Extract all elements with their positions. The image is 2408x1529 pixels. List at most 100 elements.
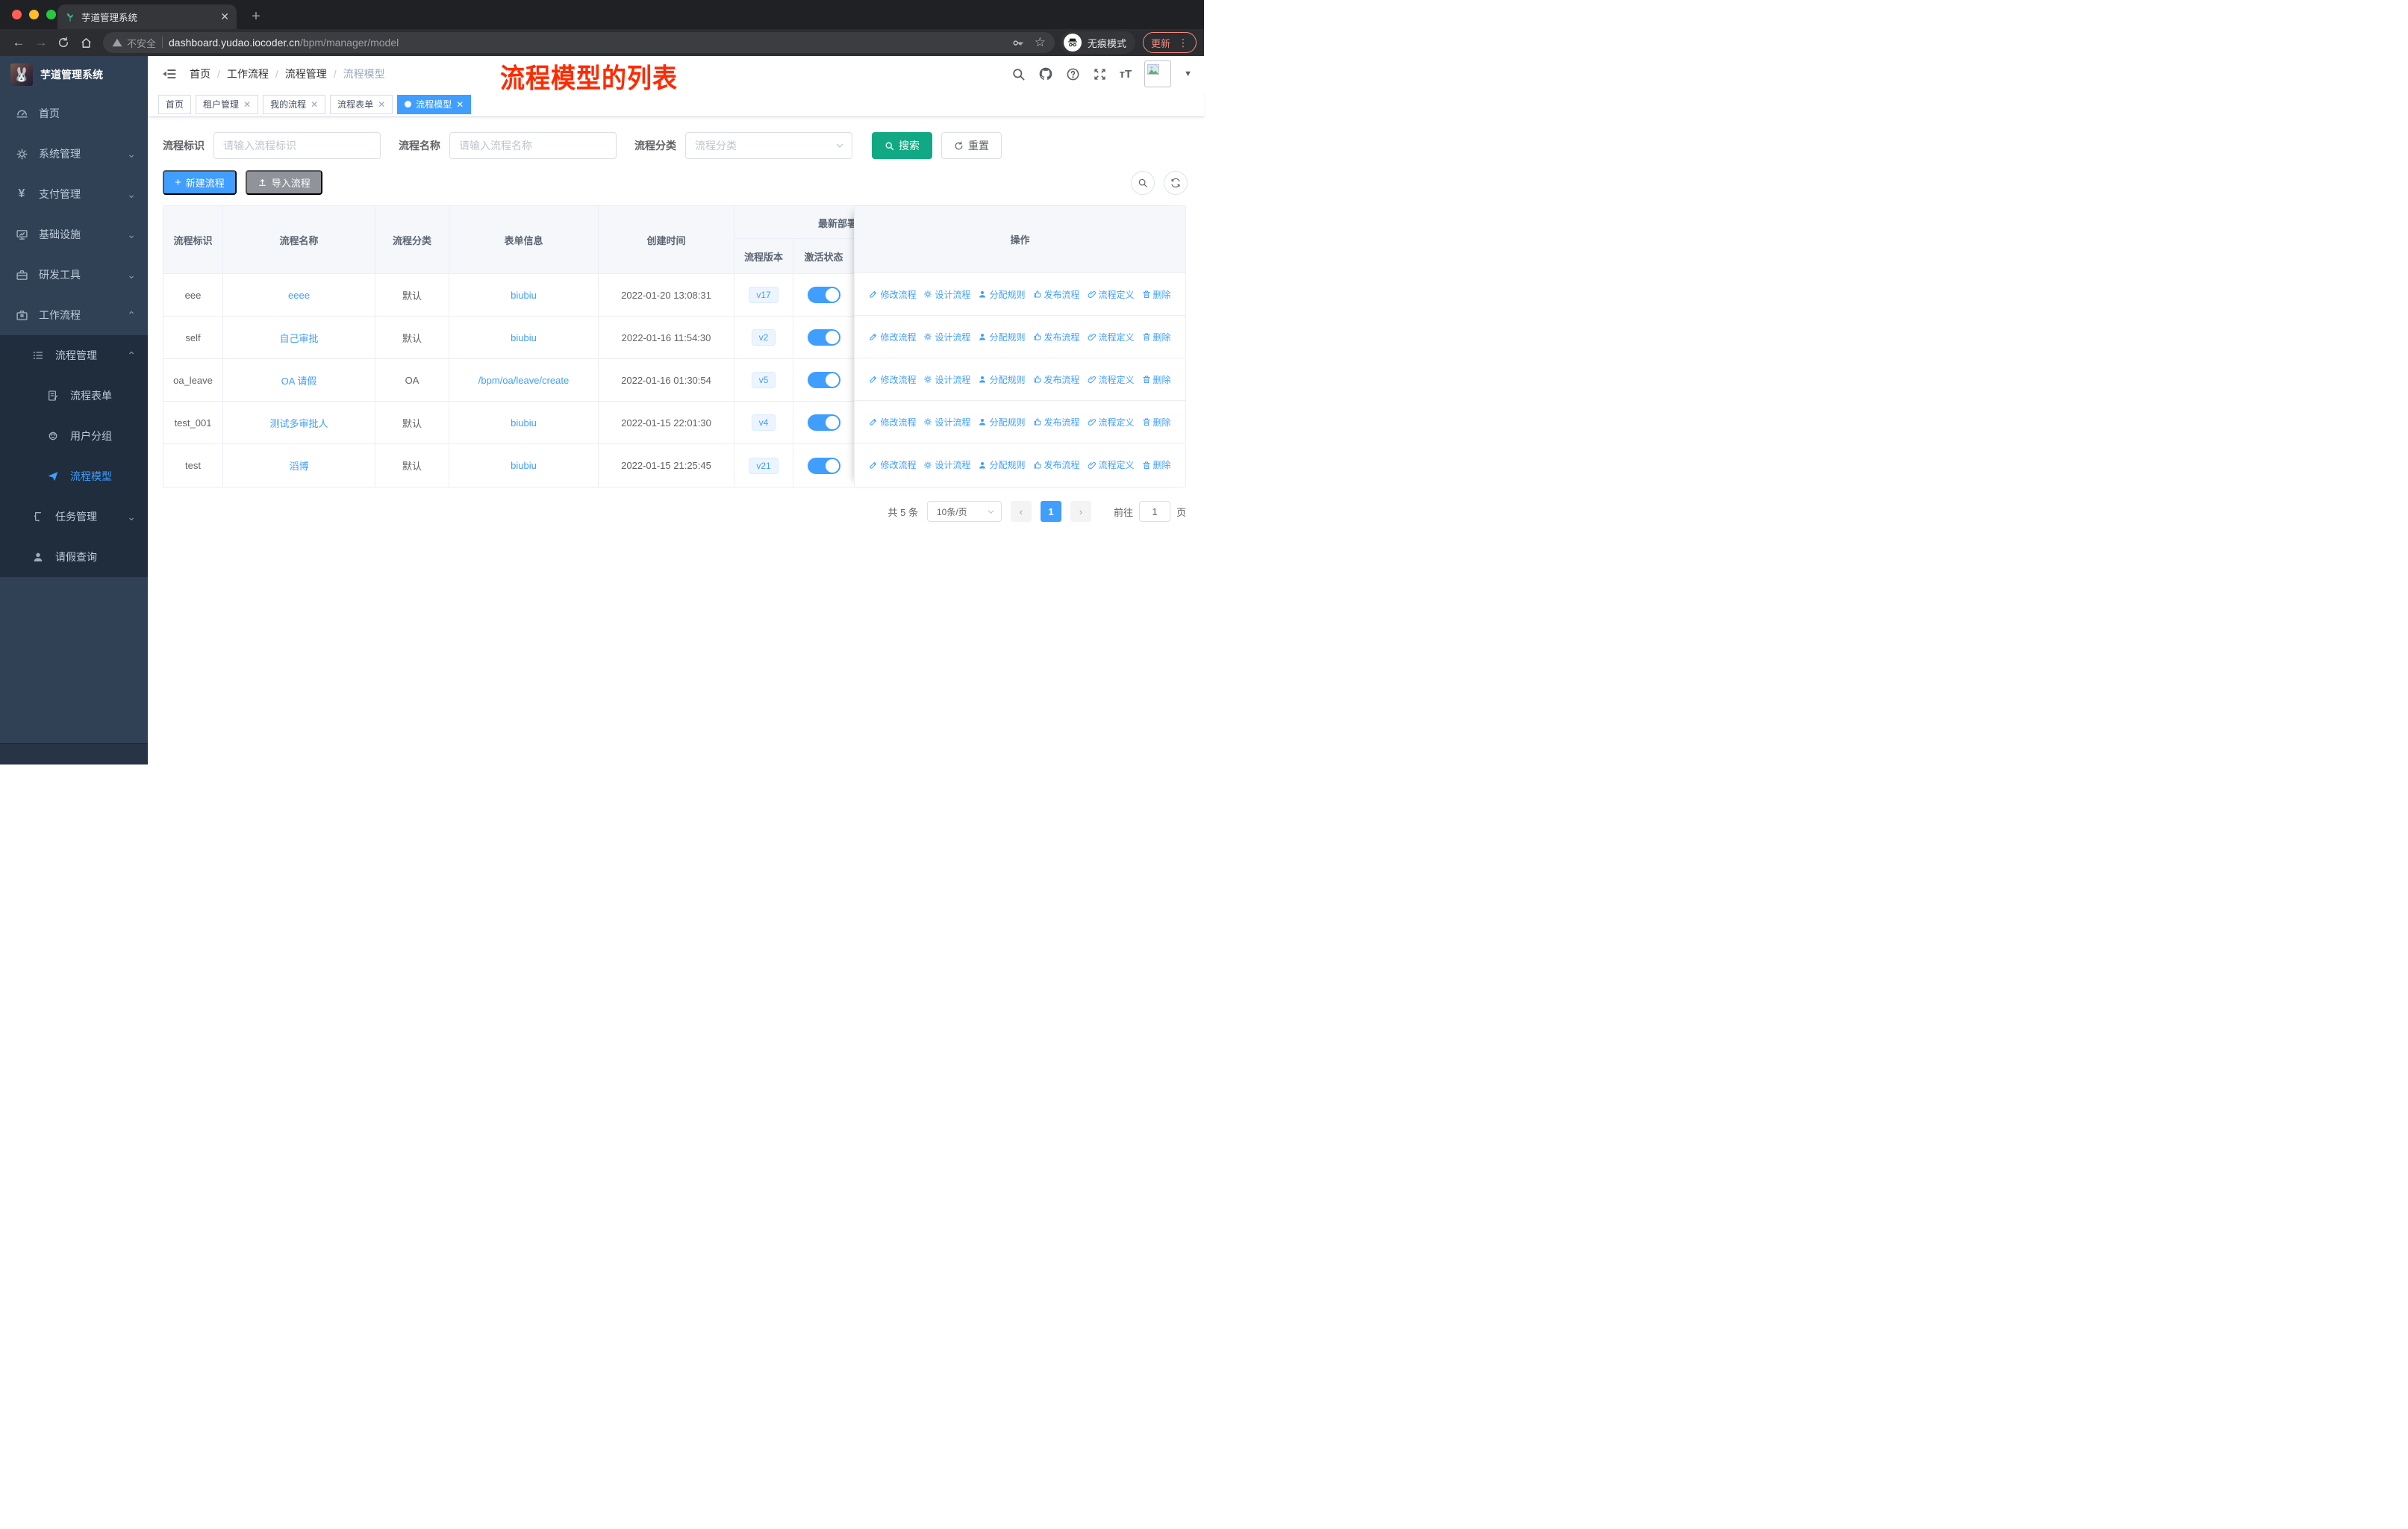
- version-badge[interactable]: v21: [749, 457, 779, 474]
- breadcrumb-item[interactable]: 流程管理: [285, 66, 327, 81]
- tab-process-model[interactable]: 流程模型 ✕: [397, 94, 472, 114]
- form-info-link[interactable]: biubiu: [511, 417, 537, 429]
- key-icon[interactable]: [1011, 37, 1024, 49]
- sidebar-item-home[interactable]: 首页: [0, 93, 148, 134]
- sidebar-item-workflow[interactable]: 工作流程 ⌃: [0, 295, 148, 335]
- sidebar-item-process-manage[interactable]: 流程管理 ⌃: [0, 335, 148, 376]
- design-process-link[interactable]: 设计流程: [923, 416, 970, 429]
- process-definition-link[interactable]: 流程定义: [1088, 416, 1135, 429]
- address-bar[interactable]: 不安全 dashboard.yudao.iocoder.cn/bpm/manag…: [103, 32, 1055, 53]
- back-icon[interactable]: ←: [7, 32, 30, 53]
- process-definition-link[interactable]: 流程定义: [1088, 288, 1135, 301]
- tab-my-process[interactable]: 我的流程 ✕: [263, 94, 326, 114]
- version-badge[interactable]: v2: [751, 329, 776, 346]
- prev-page-button[interactable]: ‹: [1010, 501, 1032, 522]
- active-toggle[interactable]: [807, 457, 840, 474]
- version-badge[interactable]: v4: [751, 414, 776, 431]
- avatar-caret-icon[interactable]: ▼: [1184, 69, 1192, 78]
- tab-process-form[interactable]: 流程表单 ✕: [330, 94, 393, 114]
- active-toggle[interactable]: [807, 329, 840, 346]
- process-name-link[interactable]: 自己审批: [279, 331, 318, 345]
- browser-tab[interactable]: 芋道管理系统 ✕: [57, 4, 237, 29]
- sidebar-item-leave-query[interactable]: 请假查询: [0, 537, 148, 577]
- page-size-select[interactable]: 10条/页: [926, 501, 1002, 522]
- process-definition-link[interactable]: 流程定义: [1088, 331, 1135, 343]
- refresh-table-button[interactable]: [1164, 170, 1188, 195]
- sidebar-collapse-bar[interactable]: [0, 743, 148, 764]
- security-chip[interactable]: 不安全: [112, 36, 156, 50]
- close-window-button[interactable]: [12, 10, 22, 19]
- new-tab-button[interactable]: +: [246, 7, 266, 26]
- design-process-link[interactable]: 设计流程: [923, 288, 970, 301]
- assign-rule-link[interactable]: 分配规则: [978, 416, 1026, 429]
- delete-link[interactable]: 删除: [1142, 288, 1171, 301]
- delete-link[interactable]: 删除: [1142, 416, 1171, 429]
- publish-process-link[interactable]: 发布流程: [1033, 458, 1080, 471]
- form-info-link[interactable]: biubiu: [511, 460, 537, 471]
- bookmark-star-icon[interactable]: ☆: [1035, 35, 1046, 50]
- browser-menu-icon[interactable]: ⋮: [1178, 37, 1188, 49]
- active-toggle[interactable]: [807, 287, 840, 303]
- edit-process-link[interactable]: 修改流程: [869, 416, 916, 429]
- category-select[interactable]: 流程分类: [685, 132, 852, 159]
- font-size-icon[interactable]: ᴛT: [1120, 68, 1132, 81]
- active-toggle[interactable]: [807, 372, 840, 388]
- github-icon[interactable]: [1038, 66, 1053, 81]
- publish-process-link[interactable]: 发布流程: [1033, 416, 1080, 429]
- tab-close-icon[interactable]: ✕: [220, 10, 229, 23]
- minimize-window-button[interactable]: [29, 10, 39, 19]
- process-definition-link[interactable]: 流程定义: [1088, 373, 1135, 386]
- sidebar-item-user-group[interactable]: 用户分组: [0, 416, 148, 456]
- process-name-link[interactable]: eeee: [288, 290, 310, 301]
- import-process-button[interactable]: 导入流程: [245, 170, 322, 195]
- close-icon[interactable]: ✕: [311, 99, 318, 110]
- delete-link[interactable]: 删除: [1142, 458, 1171, 471]
- publish-process-link[interactable]: 发布流程: [1033, 373, 1080, 386]
- close-icon[interactable]: ✕: [456, 99, 464, 110]
- active-toggle[interactable]: [807, 414, 840, 431]
- close-icon[interactable]: ✕: [378, 99, 385, 110]
- design-process-link[interactable]: 设计流程: [923, 458, 970, 471]
- process-name-link[interactable]: 滔博: [289, 458, 308, 473]
- sidebar-item-process-form[interactable]: 流程表单: [0, 376, 148, 416]
- process-definition-link[interactable]: 流程定义: [1088, 458, 1135, 471]
- process-id-input[interactable]: [213, 132, 381, 159]
- sidebar-fold-icon[interactable]: [160, 64, 179, 84]
- version-badge[interactable]: v17: [749, 287, 779, 303]
- process-name-input[interactable]: [449, 132, 617, 159]
- process-name-link[interactable]: 测试多审批人: [269, 416, 328, 430]
- home-icon[interactable]: [75, 32, 97, 53]
- process-name-link[interactable]: OA 请假: [281, 373, 317, 387]
- version-badge[interactable]: v5: [751, 372, 776, 388]
- close-icon[interactable]: ✕: [243, 99, 251, 110]
- edit-process-link[interactable]: 修改流程: [869, 458, 916, 471]
- sidebar-logo[interactable]: 🐰 芋道管理系统: [0, 56, 148, 93]
- zoom-window-button[interactable]: [46, 10, 56, 19]
- avatar[interactable]: [1144, 60, 1172, 87]
- header-search-icon[interactable]: [1011, 67, 1026, 81]
- assign-rule-link[interactable]: 分配规则: [978, 288, 1026, 301]
- design-process-link[interactable]: 设计流程: [923, 331, 970, 343]
- form-info-link[interactable]: biubiu: [511, 332, 537, 343]
- sidebar-item-devtools[interactable]: 研发工具 ⌄: [0, 255, 148, 295]
- sidebar-item-pay[interactable]: ¥ 支付管理 ⌄: [0, 174, 148, 214]
- form-info-link[interactable]: /bpm/oa/leave/create: [478, 375, 569, 386]
- assign-rule-link[interactable]: 分配规则: [978, 331, 1026, 343]
- edit-process-link[interactable]: 修改流程: [869, 331, 916, 343]
- reset-button[interactable]: 重置: [941, 132, 1002, 159]
- traffic-lights[interactable]: [12, 10, 56, 19]
- delete-link[interactable]: 删除: [1142, 331, 1171, 343]
- publish-process-link[interactable]: 发布流程: [1033, 331, 1080, 343]
- tab-tenant[interactable]: 租户管理 ✕: [196, 94, 259, 114]
- help-icon[interactable]: [1066, 67, 1080, 81]
- search-button[interactable]: 搜索: [872, 132, 932, 159]
- tab-home[interactable]: 首页: [158, 94, 192, 114]
- form-info-link[interactable]: biubiu: [511, 290, 537, 301]
- edit-process-link[interactable]: 修改流程: [869, 288, 916, 301]
- fullscreen-icon[interactable]: [1093, 67, 1107, 81]
- edit-process-link[interactable]: 修改流程: [869, 373, 916, 386]
- sidebar-item-task-manage[interactable]: 任务管理 ⌄: [0, 496, 148, 537]
- sidebar-item-infra[interactable]: 基础设施 ⌄: [0, 214, 148, 255]
- goto-page-input[interactable]: [1138, 501, 1170, 522]
- page-number-button[interactable]: 1: [1040, 501, 1061, 522]
